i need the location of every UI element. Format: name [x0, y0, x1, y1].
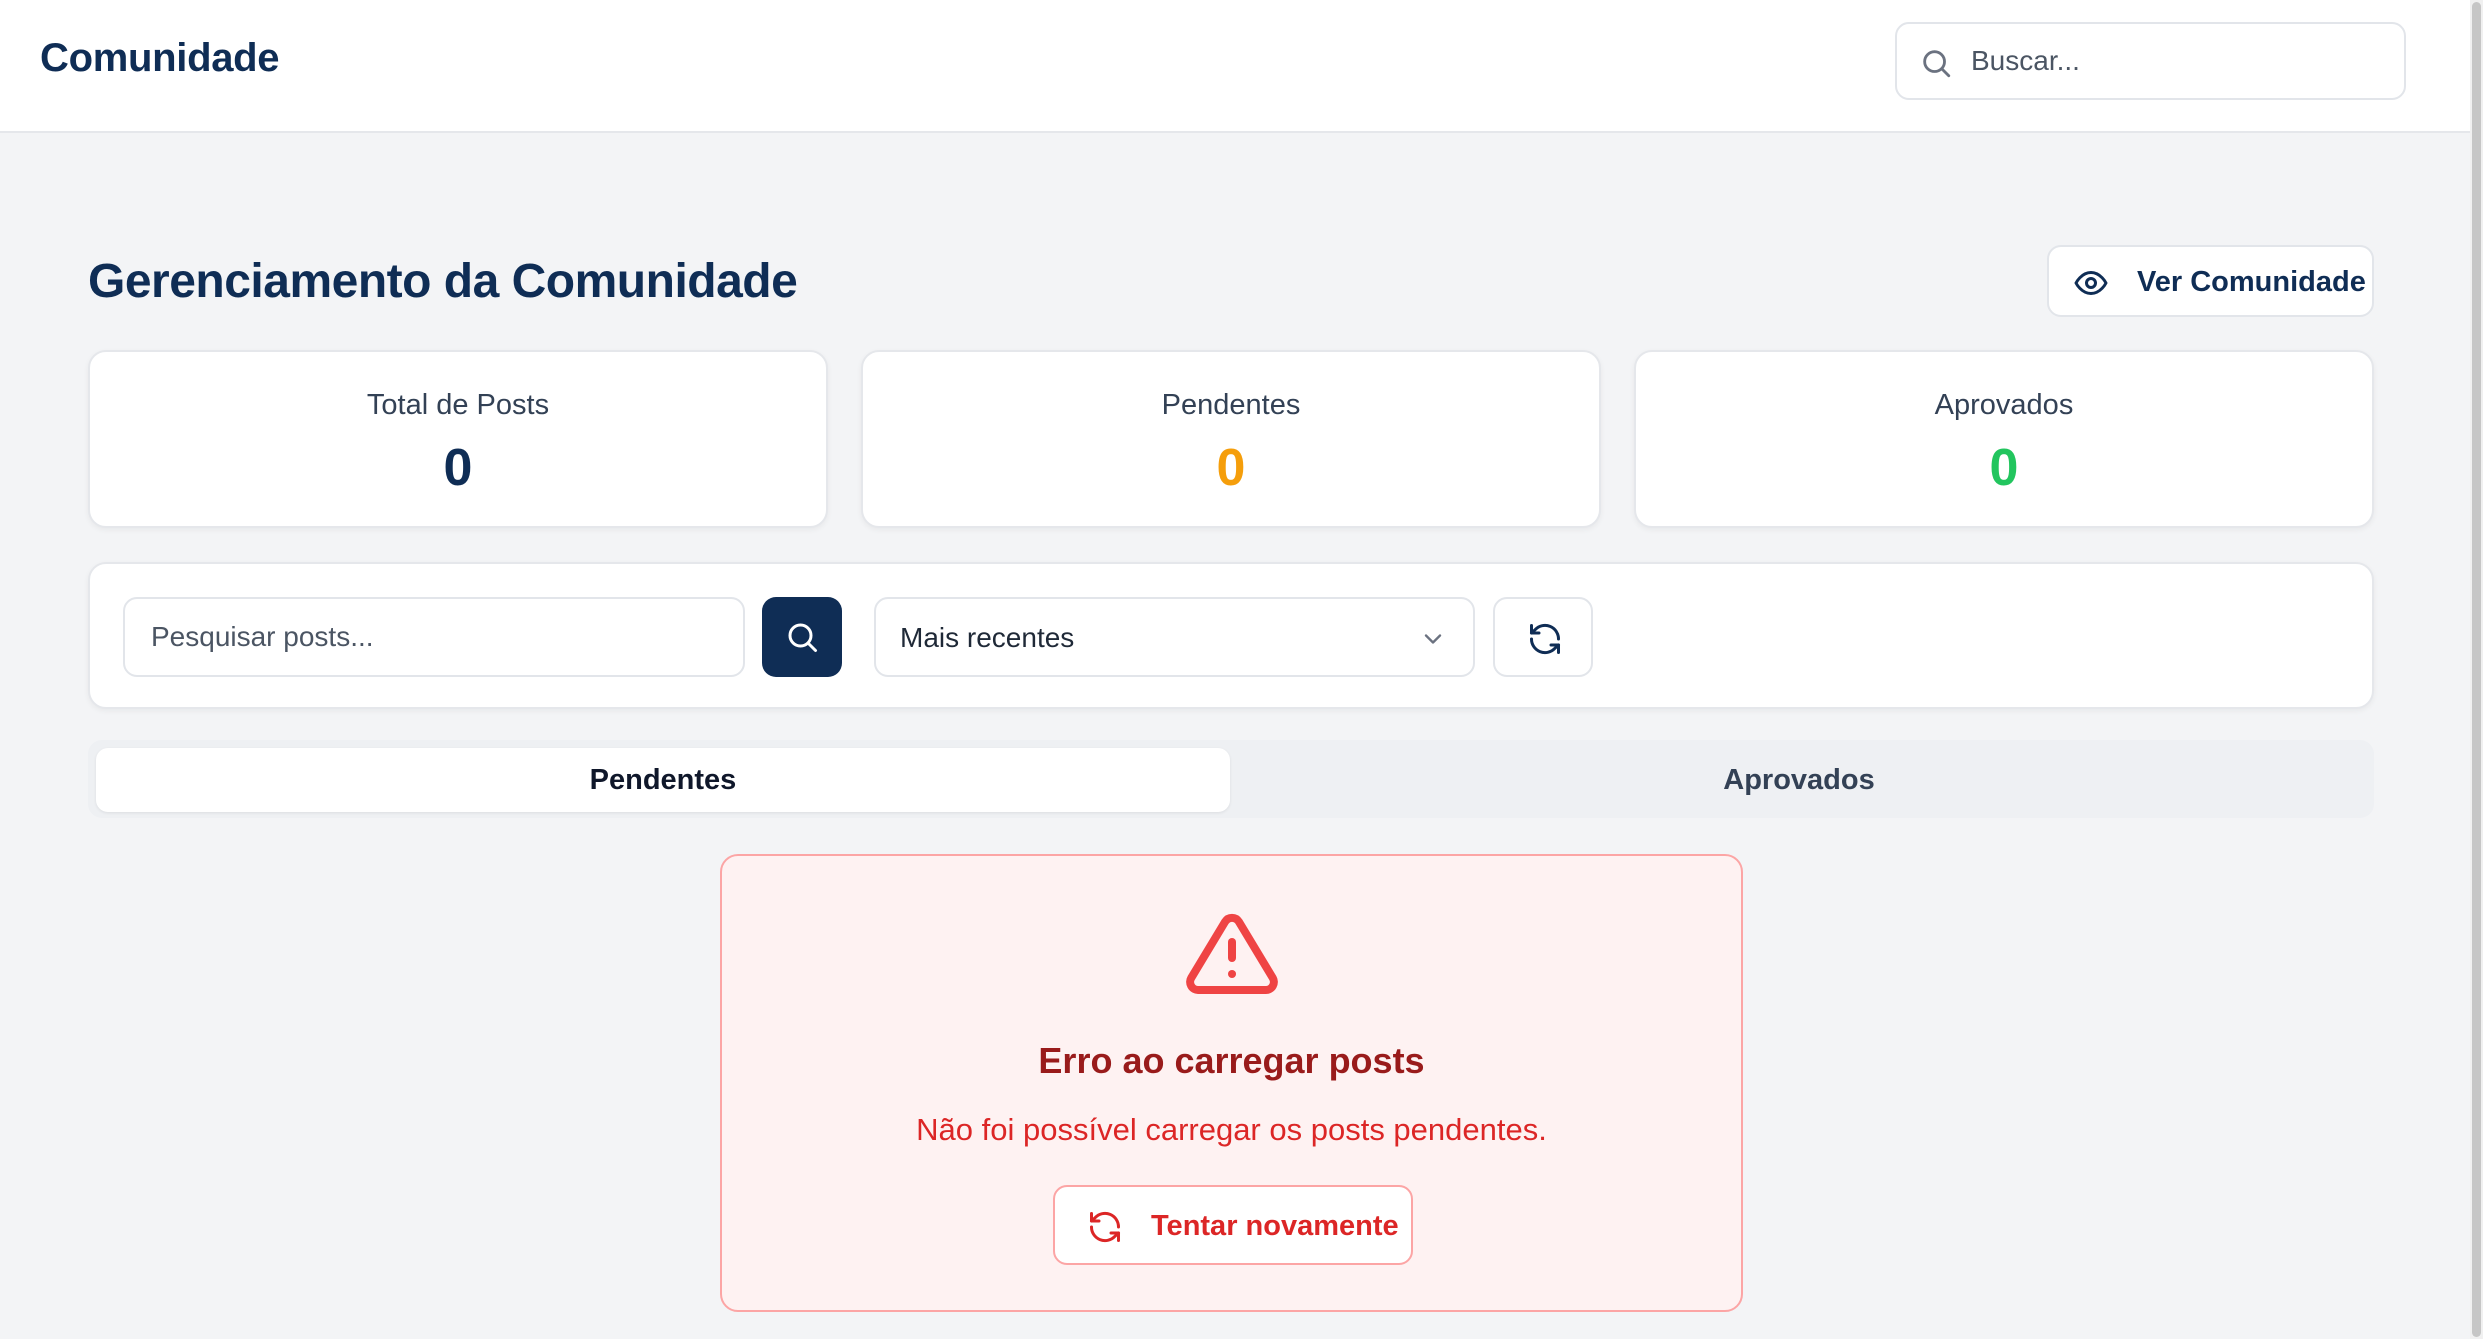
stat-card-pending: Pendentes 0 [861, 350, 1601, 528]
tab-approved[interactable]: Aprovados [1232, 748, 2366, 812]
post-search-input[interactable] [149, 599, 729, 675]
search-posts-button[interactable] [762, 597, 842, 677]
sort-select[interactable]: Mais recentes [874, 597, 1475, 677]
stat-card-total: Total de Posts 0 [88, 350, 828, 528]
error-title: Erro ao carregar posts [1038, 1040, 1425, 1081]
post-search-box[interactable] [123, 597, 745, 677]
brand-title[interactable]: Comunidade [40, 36, 280, 81]
stat-label: Aprovados [1934, 389, 2074, 421]
alert-triangle-icon [1186, 913, 1278, 994]
global-search-box[interactable] [1895, 22, 2406, 100]
stat-label: Pendentes [1161, 389, 1301, 421]
refresh-button[interactable] [1493, 597, 1593, 677]
tab-pending[interactable]: Pendentes [96, 748, 1230, 812]
search-icon [788, 623, 817, 652]
sort-selected-value: Mais recentes [900, 622, 1075, 653]
stat-value: 0 [1989, 439, 2019, 497]
top-navigation-bar: Comunidade [0, 0, 2470, 133]
filter-panel: Mais recentes [88, 562, 2374, 709]
status-tabs: Pendentes Aprovados [88, 740, 2374, 818]
retry-label: Tentar novamente [1151, 1210, 1399, 1242]
stat-label: Total de Posts [366, 389, 550, 421]
stat-value: 0 [1216, 439, 1246, 497]
refresh-icon [1089, 1211, 1121, 1243]
search-icon [1923, 50, 1951, 78]
global-search-input[interactable] [1969, 24, 2389, 98]
view-community-label: Ver Comunidade [2137, 266, 2366, 298]
retry-button[interactable]: Tentar novamente [1053, 1185, 1413, 1265]
stat-card-approved: Aprovados 0 [1634, 350, 2374, 528]
eye-icon [2074, 271, 2108, 295]
error-message: Não foi possível carregar os posts pende… [916, 1112, 1547, 1147]
stat-value: 0 [443, 439, 473, 497]
page-scrollbar[interactable] [2470, 0, 2483, 1339]
view-community-button[interactable]: Ver Comunidade [2047, 245, 2374, 317]
page-title: Gerenciamento da Comunidade [88, 255, 798, 308]
error-panel: Erro ao carregar posts Não foi possível … [720, 854, 1743, 1312]
refresh-icon [1529, 623, 1561, 655]
chevron-down-icon [1424, 634, 1442, 644]
scrollbar-thumb[interactable] [2472, 2, 2481, 1337]
